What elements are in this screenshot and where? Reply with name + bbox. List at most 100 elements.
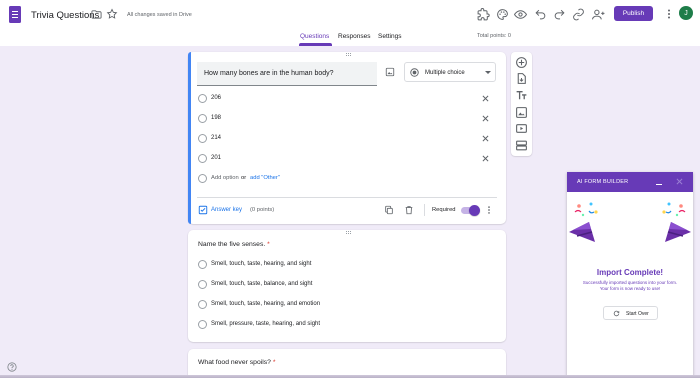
add-other-link[interactable]: add "Other" — [250, 175, 280, 181]
close-icon[interactable] — [675, 177, 684, 186]
option-row[interactable]: 201 — [188, 152, 506, 166]
import-ready-text: Your form is now ready to use! — [599, 286, 661, 291]
addon-icon[interactable] — [477, 8, 490, 21]
radio-circle-icon[interactable] — [198, 320, 207, 329]
close-icon[interactable] — [481, 114, 490, 123]
option-row[interactable]: 198 — [188, 112, 506, 126]
radio-circle-icon — [198, 94, 207, 103]
question-card[interactable]: What food never spoils? * — [188, 349, 506, 378]
question-card-active[interactable]: How many bones are in the human body? Mu… — [188, 52, 506, 224]
import-questions-icon[interactable] — [515, 72, 528, 85]
option-text[interactable]: 201 — [211, 155, 221, 161]
palette-icon[interactable] — [496, 8, 509, 21]
tab-questions[interactable]: Questions — [300, 33, 329, 40]
avatar[interactable]: J — [679, 6, 693, 20]
question-card[interactable]: Name the five senses. * Smell, touch, ta… — [188, 230, 506, 342]
party-popper-icon — [569, 202, 598, 242]
saved-status: All changes saved in Drive — [127, 11, 192, 18]
required-asterisk: * — [267, 241, 270, 248]
floating-toolbar — [511, 52, 532, 156]
party-popper-icon — [662, 202, 691, 242]
active-tab-indicator — [299, 43, 332, 46]
add-collaborator-icon[interactable] — [592, 8, 605, 21]
add-video-icon[interactable] — [515, 122, 528, 135]
required-asterisk: * — [272, 359, 276, 366]
option-row[interactable]: Smell, touch, taste, balance, and sight — [188, 278, 506, 292]
question-title: What food never spoils? * — [198, 359, 276, 366]
option-text: Smell, touch, taste, hearing, and sight — [211, 261, 312, 267]
radio-circle-icon[interactable] — [198, 280, 207, 289]
import-status-text: Successfully imported questions into you… — [582, 280, 678, 285]
document-title[interactable]: Trivia Questions — [31, 10, 99, 21]
option-row[interactable]: 214 — [188, 132, 506, 146]
more-vert-icon[interactable] — [663, 8, 675, 20]
link-icon[interactable] — [572, 8, 585, 21]
minimize-icon[interactable] — [656, 184, 662, 186]
import-complete-heading: Import Complete! — [596, 268, 664, 277]
question-type-select[interactable]: Multiple choice — [404, 62, 496, 82]
refresh-icon — [613, 310, 620, 317]
or-text: or — [241, 175, 247, 181]
start-over-button[interactable]: Start Over — [603, 306, 658, 320]
answer-key-icon[interactable] — [198, 205, 208, 215]
forms-logo-icon[interactable] — [9, 6, 21, 23]
option-text: Smell, touch, taste, hearing, and emotio… — [211, 301, 321, 307]
close-icon[interactable] — [481, 154, 490, 163]
option-text[interactable]: 214 — [211, 135, 221, 141]
radio-button-icon — [410, 68, 419, 77]
radio-circle-icon — [198, 174, 207, 183]
chevron-down-icon — [485, 71, 491, 74]
option-row[interactable]: Smell, touch, taste, hearing, and emotio… — [188, 298, 506, 312]
add-option-link[interactable]: Add option — [211, 175, 239, 181]
ai-panel-title: AI FORM BUILDER — [577, 179, 629, 185]
total-points: Total points: 0 — [477, 33, 511, 39]
answer-key-button[interactable]: Answer key — [211, 207, 242, 213]
option-text[interactable]: 198 — [211, 115, 221, 121]
drag-handle-icon[interactable] — [346, 231, 351, 234]
question-title: Name the five senses. * — [198, 241, 270, 248]
required-label: Required — [432, 207, 456, 213]
add-image-icon[interactable] — [515, 106, 528, 119]
add-question-icon[interactable] — [515, 56, 528, 69]
footer-separator — [424, 204, 425, 216]
tab-settings[interactable]: Settings — [378, 33, 402, 40]
ai-panel-header: AI FORM BUILDER — [567, 172, 693, 192]
radio-circle-icon — [198, 134, 207, 143]
drag-handle-icon[interactable] — [346, 53, 351, 56]
close-icon[interactable] — [481, 94, 490, 103]
delete-icon[interactable] — [404, 205, 414, 215]
question-title-input[interactable]: How many bones are in the human body? — [197, 62, 377, 86]
question-type-label: Multiple choice — [425, 69, 465, 76]
option-row[interactable]: Smell, touch, taste, hearing, and sight — [188, 258, 506, 272]
toggle-knob — [469, 205, 480, 216]
ai-form-builder-panel: AI FORM BUILDER Import Complete! Success… — [567, 172, 693, 378]
card-footer-divider — [197, 197, 497, 198]
close-icon[interactable] — [481, 134, 490, 143]
top-header: Trivia Questions All changes saved in Dr… — [0, 0, 700, 46]
option-text[interactable]: 206 — [211, 95, 221, 101]
star-icon[interactable] — [106, 8, 118, 20]
option-text: Smell, touch, taste, balance, and sight — [211, 281, 313, 287]
radio-circle-icon — [198, 154, 207, 163]
more-vert-icon[interactable] — [484, 205, 494, 215]
add-image-icon[interactable] — [385, 67, 395, 77]
tab-responses[interactable]: Responses — [338, 33, 371, 40]
publish-button[interactable]: Publish — [614, 6, 653, 21]
add-title-icon[interactable] — [515, 89, 528, 102]
option-row[interactable]: 206 — [188, 92, 506, 106]
required-toggle[interactable] — [461, 205, 480, 216]
points-label: (0 points) — [250, 207, 275, 213]
redo-icon[interactable] — [553, 8, 566, 21]
start-over-label: Start Over — [626, 311, 649, 317]
undo-icon[interactable] — [534, 8, 547, 21]
option-row[interactable]: Smell, pressure, taste, hearing, and sig… — [188, 318, 506, 332]
preview-eye-icon[interactable] — [514, 8, 527, 21]
radio-circle-icon — [198, 114, 207, 123]
question-title-text: How many bones are in the human body? — [204, 70, 334, 77]
help-icon[interactable] — [7, 362, 17, 372]
radio-circle-icon[interactable] — [198, 260, 207, 269]
folder-icon[interactable] — [91, 9, 102, 20]
duplicate-icon[interactable] — [384, 205, 394, 215]
add-section-icon[interactable] — [515, 139, 528, 152]
radio-circle-icon[interactable] — [198, 300, 207, 309]
